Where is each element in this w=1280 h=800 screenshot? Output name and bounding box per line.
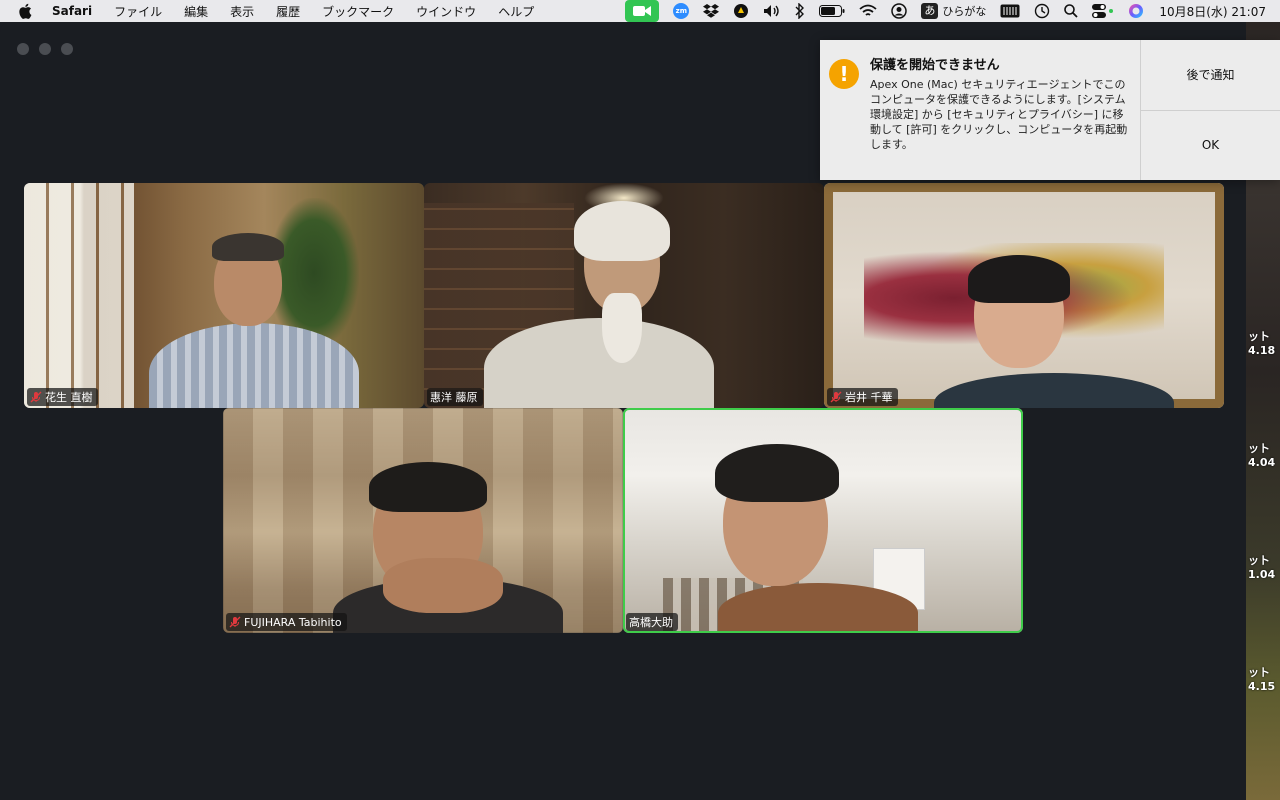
input-method-box: あ xyxy=(921,3,939,19)
desktop-item-label[interactable]: ット 4.18 xyxy=(1248,330,1275,358)
desktop-item-label[interactable]: ット 4.15 xyxy=(1248,666,1275,694)
remind-later-button[interactable]: 後で通知 xyxy=(1141,40,1280,110)
hand xyxy=(383,558,503,613)
participant-nameplate: 花生 直樹 xyxy=(27,388,98,406)
shoji-screen xyxy=(24,183,134,408)
notification-content[interactable]: ! 保護を開始できません Apex One (Mac) セキュリティエージェント… xyxy=(820,40,1140,180)
dropbox-icon[interactable] xyxy=(703,0,720,22)
mic-muted-icon xyxy=(30,391,42,403)
menu-bar: Safari ファイル 編集 表示 履歴 ブックマーク ウインドウ ヘルプ zm xyxy=(0,0,1280,22)
menu-help[interactable]: ヘルプ xyxy=(498,3,534,20)
app-menu-safari[interactable]: Safari xyxy=(52,4,92,18)
bluetooth-icon[interactable] xyxy=(795,0,805,22)
search-icon[interactable] xyxy=(1064,0,1078,22)
input-method-menu[interactable]: あ ひらがな xyxy=(921,0,986,22)
desktop-item-label[interactable]: ット 1.04 xyxy=(1248,554,1275,582)
video-camera-icon[interactable] xyxy=(625,0,660,22)
security-notification: ! 保護を開始できません Apex One (Mac) セキュリティエージェント… xyxy=(820,40,1280,180)
video-tile[interactable]: 岩井 千華 xyxy=(824,183,1224,408)
zoom-window-button[interactable] xyxy=(61,43,73,55)
participant-nameplate: 高橋大助 xyxy=(626,613,678,631)
participant-nameplate: 惠洋 藤原 xyxy=(427,388,483,406)
menu-bookmarks[interactable]: ブックマーク xyxy=(322,3,394,20)
menu-edit[interactable]: 編集 xyxy=(184,3,208,20)
menu-history[interactable]: 履歴 xyxy=(276,3,300,20)
menu-view[interactable]: 表示 xyxy=(230,3,254,20)
window-controls xyxy=(17,43,73,55)
apple-menu-icon[interactable] xyxy=(18,3,36,19)
activity-icon[interactable] xyxy=(733,0,749,22)
desktop-item-label[interactable]: ット 4.04 xyxy=(1248,442,1275,470)
wifi-icon[interactable] xyxy=(859,0,877,22)
minimize-window-button[interactable] xyxy=(39,43,51,55)
menubar-clock[interactable]: 10月8日(水) 21:07 xyxy=(1159,3,1266,20)
video-tile[interactable]: 花生 直樹 xyxy=(24,183,424,408)
participant-name: 岩井 千華 xyxy=(845,391,893,404)
menu-window[interactable]: ウインドウ xyxy=(416,3,476,20)
siri-icon[interactable] xyxy=(1128,0,1144,22)
user-account-icon[interactable] xyxy=(891,0,908,22)
video-tile[interactable]: 惠洋 藤原 xyxy=(424,183,824,408)
video-tile[interactable]: FUJIHARA Tabihito xyxy=(223,408,623,633)
notification-body: Apex One (Mac) セキュリティエージェントでこのコンピュータを保護で… xyxy=(870,78,1128,151)
zoom-app-icon[interactable]: zm xyxy=(673,3,690,19)
participant-nameplate: 岩井 千華 xyxy=(827,388,898,406)
notification-actions: 後で通知 OK xyxy=(1140,40,1280,180)
mic-muted-icon xyxy=(229,616,241,628)
ok-button[interactable]: OK xyxy=(1141,109,1280,181)
battery-icon[interactable] xyxy=(819,0,845,22)
control-center-icon[interactable] xyxy=(1092,0,1114,22)
participant-name: FUJIHARA Tabihito xyxy=(244,615,342,629)
warning-icon: ! xyxy=(829,59,859,89)
keyboard-icon[interactable] xyxy=(1000,0,1020,22)
video-tile[interactable]: 高橋大助 xyxy=(623,408,1023,633)
status-area: zm あ ひらがな 10月8日(水) 21:07 xyxy=(618,0,1280,22)
time-machine-icon[interactable] xyxy=(1034,0,1050,22)
participant-name: 惠洋 藤原 xyxy=(430,391,478,404)
close-window-button[interactable] xyxy=(17,43,29,55)
mic-muted-icon xyxy=(830,391,842,403)
participant-name: 高橋大助 xyxy=(629,616,673,629)
menu-file[interactable]: ファイル xyxy=(114,3,162,20)
input-method-label: ひらがな xyxy=(942,5,987,18)
participant-nameplate: FUJIHARA Tabihito xyxy=(226,613,347,631)
notification-title: 保護を開始できません xyxy=(870,58,1000,73)
participant-name: 花生 直樹 xyxy=(45,391,93,404)
volume-icon[interactable] xyxy=(763,0,781,22)
